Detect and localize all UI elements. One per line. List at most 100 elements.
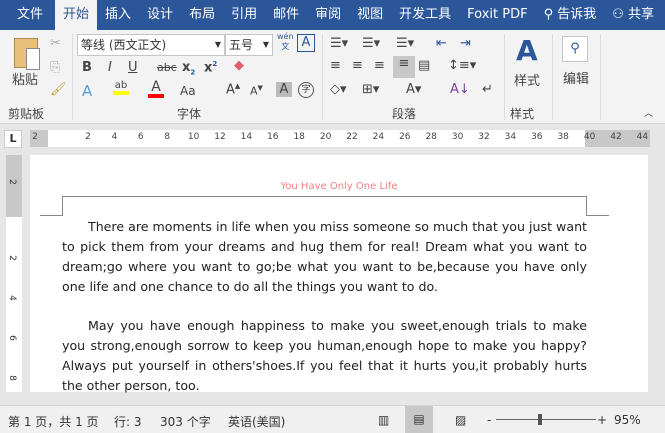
- tab-home[interactable]: 开始: [55, 0, 98, 30]
- status-bar: 第 1 页，共 1 页 行: 3 303 个字 英语(美国) ▥ ▤ ▨ - +…: [0, 405, 665, 433]
- font-name-combo[interactable]: 等线 (西文正文) ▼: [77, 34, 225, 56]
- ruler-tick: 26: [399, 132, 411, 142]
- document-page[interactable]: You Have Only One Life There are moments…: [30, 155, 648, 393]
- tell-me[interactable]: ⚲ 告诉我: [536, 0, 605, 30]
- sort-icon[interactable]: A↓: [450, 82, 470, 97]
- underline-button[interactable]: U: [128, 60, 138, 75]
- clipboard-group-label: 剪贴板: [8, 107, 45, 121]
- find-icon: ⚲: [562, 36, 588, 62]
- ruler-tick: 6: [137, 132, 144, 142]
- shading-icon[interactable]: ◇▾: [330, 82, 347, 97]
- grow-font-button[interactable]: A▲: [226, 82, 240, 97]
- tab-insert[interactable]: 插入: [97, 0, 139, 30]
- distributed-icon[interactable]: ▤: [418, 58, 430, 73]
- align-center-icon[interactable]: ≡: [352, 58, 363, 73]
- paragraph-2[interactable]: May you have enough happiness to make yo…: [62, 316, 587, 396]
- user-icon: ⚇: [612, 7, 629, 22]
- decrease-indent-icon[interactable]: ⇤: [436, 36, 447, 51]
- justify-icon[interactable]: ≡: [393, 56, 415, 78]
- page-count[interactable]: 第 1 页，共 1 页: [8, 413, 99, 430]
- ruler-tick: 44: [636, 132, 649, 142]
- zoom-slider[interactable]: [496, 419, 596, 420]
- bullets-icon[interactable]: ☰▾: [330, 36, 348, 51]
- character-border-button[interactable]: A: [297, 34, 315, 52]
- styles-button[interactable]: 样式: [514, 70, 540, 89]
- multilevel-list-icon[interactable]: ☰▾: [396, 36, 414, 51]
- print-layout-icon[interactable]: ▤: [405, 406, 433, 433]
- tab-review[interactable]: 审阅: [307, 0, 349, 30]
- strikethrough-button[interactable]: abc: [157, 61, 177, 74]
- shrink-font-button[interactable]: A▼: [250, 84, 263, 98]
- format-painter-icon[interactable]: 🖌: [50, 82, 67, 97]
- character-shading-button[interactable]: A: [276, 82, 292, 97]
- ruler-tick: 10: [187, 132, 200, 142]
- web-layout-icon[interactable]: ▨: [455, 413, 466, 427]
- bold-button[interactable]: B: [82, 60, 92, 75]
- ruler-tick: 12: [214, 132, 226, 142]
- cut-icon[interactable]: ✂: [50, 36, 61, 51]
- align-left-icon[interactable]: ≡: [330, 58, 341, 73]
- header-line-left: [40, 215, 62, 216]
- line-spacing-icon[interactable]: ↕≡▾: [448, 58, 476, 73]
- ruler-tick: 8: [164, 132, 171, 142]
- zoom-in-button[interactable]: +: [597, 413, 607, 427]
- ruler-tick: 20: [319, 132, 332, 142]
- ruler-tick: 2: [85, 132, 91, 142]
- ruler-tick: 14: [240, 132, 253, 142]
- page-header[interactable]: You Have Only One Life: [30, 181, 648, 192]
- styles-group-label: 样式: [510, 107, 535, 121]
- font-color-button[interactable]: A: [148, 80, 164, 98]
- font-size-combo[interactable]: 五号 ▼: [225, 34, 273, 56]
- paste-button[interactable]: 粘贴: [12, 69, 38, 88]
- highlight-button[interactable]: ab: [113, 80, 129, 95]
- horizontal-ruler[interactable]: 2 2 4 6 8 10 12 14 16 18 20 22 24 26 28 30 32 34 36 38 40 42 4…: [30, 130, 650, 147]
- read-mode-icon[interactable]: ▥: [378, 413, 389, 427]
- tab-mailings[interactable]: 邮件: [265, 0, 307, 30]
- tab-references[interactable]: 引用: [223, 0, 265, 30]
- increase-indent-icon[interactable]: ⇥: [460, 36, 471, 51]
- ruler-tick: 34: [504, 132, 517, 142]
- language[interactable]: 英语(美国): [228, 413, 285, 430]
- phonetic-guide-button[interactable]: wén 文: [277, 32, 294, 52]
- tab-layout[interactable]: 布局: [181, 0, 223, 30]
- header-line: [62, 196, 587, 216]
- zoom-slider-thumb[interactable]: [538, 414, 542, 425]
- search-icon: ⚲: [543, 7, 558, 22]
- line-number: 行: 3: [114, 415, 142, 429]
- tab-selector[interactable]: L: [4, 130, 22, 148]
- align-right-icon[interactable]: ≡: [374, 58, 385, 73]
- ribbon: 粘贴 ✂ ⎘ 🖌 剪贴板 等线 (西文正文) ▼ 五号 ▼ wén 文 A B I U…: [0, 30, 665, 124]
- tab-foxit[interactable]: Foxit PDF: [459, 0, 535, 30]
- enclose-characters-button[interactable]: 字: [298, 82, 314, 98]
- zoom-out-button[interactable]: -: [487, 413, 491, 427]
- chevron-down-icon: ▼: [262, 40, 269, 49]
- tab-file[interactable]: 文件: [0, 0, 55, 30]
- italic-button[interactable]: I: [108, 60, 112, 75]
- paragraph-1[interactable]: There are moments in life when you miss …: [62, 217, 587, 297]
- share-button[interactable]: ⚇ 共享: [604, 0, 662, 30]
- numbering-icon[interactable]: ☰▾: [362, 36, 380, 51]
- vertical-ruler[interactable]: 2 2 4 6 8: [6, 155, 22, 392]
- clear-format-icon[interactable]: ◆: [234, 58, 244, 73]
- word-count[interactable]: 303 个字: [160, 413, 211, 430]
- subscript-button[interactable]: x2: [182, 60, 195, 77]
- zoom-level[interactable]: 95%: [614, 413, 641, 427]
- ruler-tick: 32: [478, 132, 490, 142]
- ruler-tick: 28: [425, 132, 437, 142]
- ruler-tick: 16: [267, 132, 279, 142]
- paragraph-group-label: 段落: [392, 107, 417, 121]
- paragraph-mark-icon[interactable]: ↵: [482, 82, 493, 97]
- editing-button[interactable]: 编辑: [563, 68, 589, 87]
- text-direction-icon[interactable]: A▾: [406, 82, 421, 97]
- borders-icon[interactable]: ⊞▾: [362, 82, 379, 97]
- tab-design[interactable]: 设计: [139, 0, 181, 30]
- copy-icon[interactable]: ⎘: [50, 60, 60, 75]
- change-case-button[interactable]: Aa: [180, 84, 196, 98]
- ruler-tick: 24: [372, 132, 385, 142]
- superscript-button[interactable]: x2: [204, 60, 217, 75]
- styles-icon: A: [516, 34, 538, 67]
- collapse-ribbon-icon[interactable]: ︿: [644, 106, 653, 119]
- tab-developer[interactable]: 开发工具: [391, 0, 459, 30]
- text-effects-button[interactable]: A: [82, 82, 92, 100]
- tab-view[interactable]: 视图: [349, 0, 391, 30]
